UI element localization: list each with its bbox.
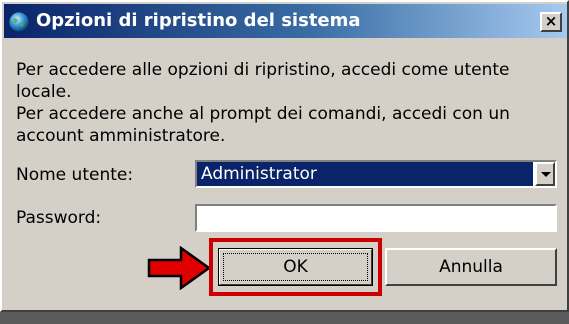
background-strip	[0, 312, 569, 324]
username-selected-value: Administrator	[197, 162, 533, 186]
password-field[interactable]	[195, 204, 557, 232]
info-message-admin: Per accedere anche al prompt dei comandi…	[16, 104, 510, 146]
red-arrow-icon	[147, 246, 211, 290]
username-select[interactable]: Administrator	[195, 160, 557, 188]
chevron-down-icon[interactable]	[535, 162, 555, 186]
recovery-options-dialog: Opzioni di ripristino del sistema × Per …	[0, 0, 569, 312]
cancel-button[interactable]: Annulla	[385, 248, 557, 286]
password-label: Password:	[16, 208, 102, 228]
focus-rectangle	[223, 253, 368, 281]
globe-icon	[8, 11, 30, 33]
title-bar[interactable]: Opzioni di ripristino del sistema ×	[4, 4, 567, 38]
info-message-local-user: Per accedere alle opzioni di ripristino,…	[16, 60, 510, 102]
close-button[interactable]: ×	[540, 12, 562, 32]
ok-button[interactable]: OK	[218, 248, 373, 286]
cancel-button-label: Annulla	[439, 257, 503, 277]
window-title: Opzioni di ripristino del sistema	[36, 10, 361, 31]
close-icon: ×	[544, 12, 558, 30]
username-label: Nome utente:	[16, 165, 134, 185]
